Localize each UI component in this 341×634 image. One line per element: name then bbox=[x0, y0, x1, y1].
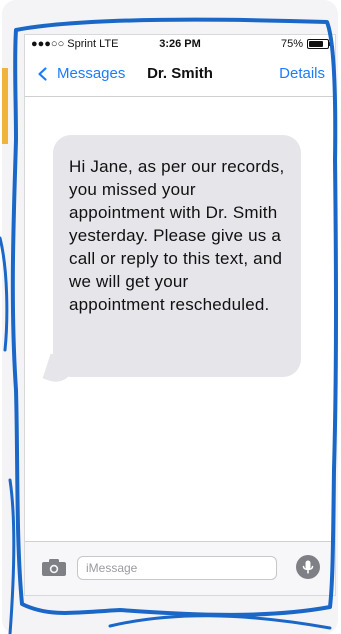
message-thread: Hi Jane, as per our records, you missed … bbox=[25, 97, 335, 532]
battery-status: 75% bbox=[280, 38, 331, 50]
microphone-icon[interactable] bbox=[295, 554, 321, 580]
message-composer bbox=[25, 541, 335, 595]
status-bar: ●●●○○ Sprint LTE 3:26 PM 75% bbox=[25, 35, 335, 53]
incoming-message: Hi Jane, as per our records, you missed … bbox=[42, 135, 301, 387]
battery-icon bbox=[307, 39, 331, 49]
imessage-input[interactable] bbox=[77, 556, 277, 580]
messages-navbar: Messages Dr. Smith Details bbox=[25, 53, 335, 97]
left-accent bbox=[2, 68, 8, 144]
message-bubble: Hi Jane, as per our records, you missed … bbox=[53, 135, 301, 377]
message-text: Hi Jane, as per our records, you missed … bbox=[69, 157, 285, 314]
messages-screen: ●●●○○ Sprint LTE 3:26 PM 75% Messages Dr… bbox=[24, 34, 336, 596]
details-button[interactable]: Details bbox=[279, 65, 325, 82]
camera-icon[interactable] bbox=[41, 557, 67, 577]
phone-frame: ●●●○○ Sprint LTE 3:26 PM 75% Messages Dr… bbox=[2, 0, 338, 634]
battery-percent: 75% bbox=[280, 38, 303, 50]
